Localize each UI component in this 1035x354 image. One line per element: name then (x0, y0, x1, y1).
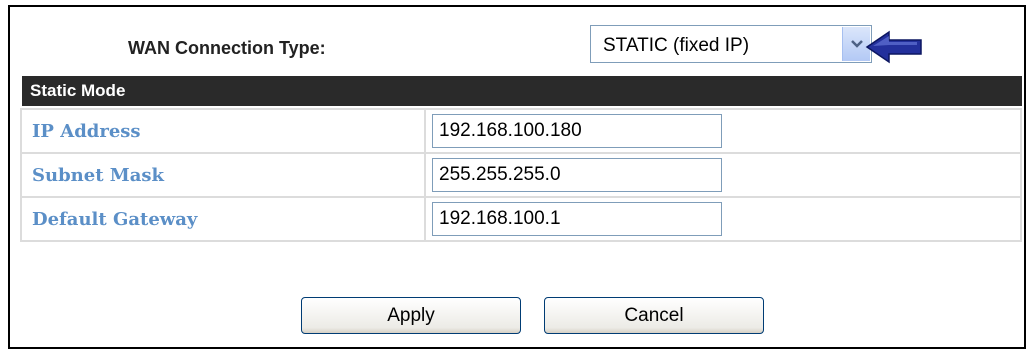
chevron-down-icon (851, 40, 863, 48)
static-fields-table: IP Address Subnet Mask Default Gateway (20, 108, 1022, 242)
ip-address-label: IP Address (20, 108, 426, 154)
table-row: Default Gateway (20, 196, 1022, 242)
static-mode-header: Static Mode (20, 76, 1022, 106)
subnet-mask-label: Subnet Mask (20, 152, 426, 198)
cancel-button[interactable]: Cancel (544, 297, 764, 334)
arrow-left-icon (865, 30, 922, 64)
default-gateway-field[interactable] (432, 202, 722, 236)
ip-address-field[interactable] (432, 114, 722, 148)
table-row: Subnet Mask (20, 152, 1022, 198)
table-row: IP Address (20, 108, 1022, 154)
wan-connection-type-label: WAN Connection Type: (128, 38, 326, 58)
wan-connection-type-value: STATIC (fixed IP) (603, 35, 750, 56)
subnet-mask-field[interactable] (432, 158, 722, 192)
wan-connection-type-select[interactable]: STATIC (fixed IP) (590, 25, 872, 63)
settings-panel: WAN Connection Type: STATIC (fixed IP) S… (8, 5, 1026, 349)
apply-button[interactable]: Apply (301, 297, 521, 334)
default-gateway-label: Default Gateway (20, 196, 426, 242)
